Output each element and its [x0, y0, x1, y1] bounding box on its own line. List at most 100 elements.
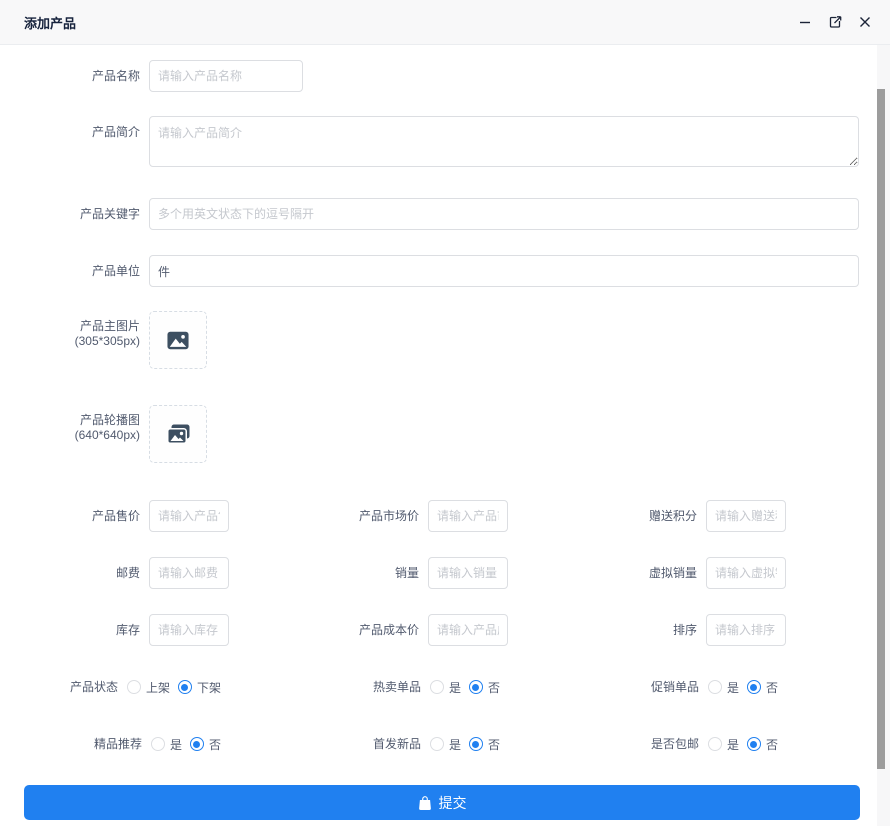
radio-option-label: 是 [449, 679, 461, 696]
radio-option-hot-no[interactable]: 否 [469, 679, 500, 696]
radio-option-label: 否 [766, 679, 778, 696]
unit-input[interactable] [149, 255, 859, 287]
radio-checked-icon [178, 680, 192, 694]
carousel-image-label-line1: 产品轮播图 [0, 413, 140, 428]
window-titlebar: 添加产品 [0, 0, 890, 45]
carousel-image-label-line2: (640*640px) [0, 428, 140, 443]
radio-option-label: 是 [727, 679, 739, 696]
promo-label: 促销单品 [508, 671, 699, 703]
radio-option-off-shelf[interactable]: 下架 [178, 679, 221, 696]
field-row-prices: 产品售价 产品市场价 赠送积分 [0, 500, 890, 532]
radio-option-label: 下架 [197, 679, 221, 696]
radio-option-label: 否 [209, 736, 221, 753]
submit-button[interactable]: 提交 [24, 785, 860, 820]
window-title: 添加产品 [24, 13, 76, 32]
name-input[interactable] [149, 60, 303, 92]
hot-radio-group: 是 否 [430, 671, 508, 703]
radio-unchecked-icon [430, 680, 444, 694]
points-input[interactable] [706, 500, 786, 532]
stock-input[interactable] [149, 614, 229, 646]
radio-option-label: 否 [766, 736, 778, 753]
maximize-button[interactable] [826, 13, 844, 31]
radio-option-featured-no[interactable]: 否 [190, 736, 221, 753]
radio-checked-icon [190, 737, 204, 751]
field-row-keywords: 产品关键字 [0, 198, 890, 230]
keywords-input[interactable] [149, 198, 859, 230]
radio-checked-icon [469, 737, 483, 751]
radio-unchecked-icon [708, 737, 722, 751]
unit-label: 产品单位 [0, 255, 140, 287]
hot-label: 热卖单品 [229, 671, 421, 703]
sort-input[interactable] [706, 614, 786, 646]
virtual-sales-input[interactable] [706, 557, 786, 589]
new-arrival-label: 首发新品 [229, 728, 421, 760]
field-row-main-image: 产品主图片 (305*305px) [0, 311, 890, 369]
main-image-upload[interactable] [149, 311, 207, 369]
radio-option-label: 是 [170, 736, 182, 753]
submit-label: 提交 [439, 793, 467, 813]
maximize-icon [827, 14, 843, 30]
sales-input[interactable] [428, 557, 508, 589]
radio-checked-icon [469, 680, 483, 694]
featured-radio-group: 是 否 [151, 728, 229, 760]
radio-option-promo-no[interactable]: 否 [747, 679, 778, 696]
radio-option-new-yes[interactable]: 是 [430, 736, 461, 753]
radio-unchecked-icon [708, 680, 722, 694]
scrollbar-thumb[interactable] [877, 89, 885, 769]
cost-price-label: 产品成本价 [229, 614, 419, 646]
price-label: 产品售价 [0, 500, 140, 532]
stock-label: 库存 [0, 614, 140, 646]
postage-input[interactable] [149, 557, 229, 589]
radio-option-shipping-yes[interactable]: 是 [708, 736, 739, 753]
radio-checked-icon [747, 680, 761, 694]
field-row-stock: 库存 产品成本价 排序 [0, 614, 890, 646]
radio-option-label: 是 [727, 736, 739, 753]
new-arrival-radio-group: 是 否 [430, 728, 508, 760]
promo-radio-group: 是 否 [708, 671, 786, 703]
radio-option-hot-yes[interactable]: 是 [430, 679, 461, 696]
name-label: 产品名称 [0, 60, 140, 92]
radio-option-promo-yes[interactable]: 是 [708, 679, 739, 696]
field-row-name: 产品名称 [0, 60, 890, 92]
field-row-intro: 产品简介 [0, 116, 890, 172]
keywords-label: 产品关键字 [0, 198, 140, 230]
radio-option-new-no[interactable]: 否 [469, 736, 500, 753]
close-icon [858, 15, 872, 29]
sort-label: 排序 [508, 614, 697, 646]
radio-unchecked-icon [430, 737, 444, 751]
free-shipping-radio-group: 是 否 [708, 728, 786, 760]
intro-label: 产品简介 [0, 116, 140, 172]
status-label: 产品状态 [0, 671, 118, 703]
featured-label: 精品推荐 [0, 728, 142, 760]
field-row-unit: 产品单位 [0, 255, 890, 287]
radio-unchecked-icon [151, 737, 165, 751]
image-icon [167, 331, 189, 350]
cost-price-input[interactable] [428, 614, 508, 646]
intro-textarea[interactable] [149, 116, 859, 167]
points-label: 赠送积分 [508, 500, 697, 532]
virtual-sales-label: 虚拟销量 [508, 557, 697, 589]
sales-label: 销量 [229, 557, 419, 589]
field-row-carousel-image: 产品轮播图 (640*640px) [0, 405, 890, 463]
radio-option-shipping-no[interactable]: 否 [747, 736, 778, 753]
price-input[interactable] [149, 500, 229, 532]
field-row-status: 产品状态 上架 下架 热卖单品 是 [0, 671, 890, 703]
main-image-label-line1: 产品主图片 [0, 319, 140, 334]
bag-icon [418, 795, 432, 811]
minimize-icon [798, 15, 812, 29]
minimize-button[interactable] [796, 13, 814, 31]
radio-checked-icon [747, 737, 761, 751]
radio-option-label: 否 [488, 679, 500, 696]
carousel-image-upload[interactable] [149, 405, 207, 463]
radio-option-featured-yes[interactable]: 是 [151, 736, 182, 753]
images-icon [167, 424, 190, 444]
market-price-input[interactable] [428, 500, 508, 532]
field-row-sales: 邮费 销量 虚拟销量 [0, 557, 890, 589]
window-controls [796, 13, 874, 31]
status-radio-group: 上架 下架 [127, 671, 229, 703]
close-button[interactable] [856, 13, 874, 31]
main-image-label-line2: (305*305px) [0, 334, 140, 349]
radio-unchecked-icon [127, 680, 141, 694]
market-price-label: 产品市场价 [229, 500, 419, 532]
radio-option-on-shelf[interactable]: 上架 [127, 679, 170, 696]
